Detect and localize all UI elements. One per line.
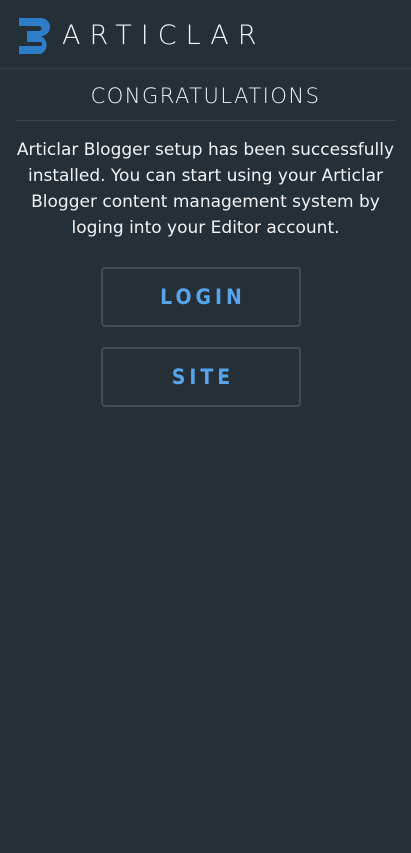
title-section: CONGRATULATIONS — [15, 69, 396, 121]
articlar-logo[interactable]: ARTICLAR — [17, 15, 265, 56]
login-button[interactable]: LOGIN — [101, 267, 301, 327]
setup-success-message: Articlar Blogger setup has been successf… — [16, 140, 395, 238]
app-header: ARTICLAR — [0, 0, 411, 69]
site-button[interactable]: SITE — [101, 347, 301, 407]
articlar-b-logo-icon — [19, 17, 50, 54]
brand-name: ARTICLAR — [62, 20, 266, 51]
page-title: CONGRATULATIONS — [90, 83, 321, 108]
